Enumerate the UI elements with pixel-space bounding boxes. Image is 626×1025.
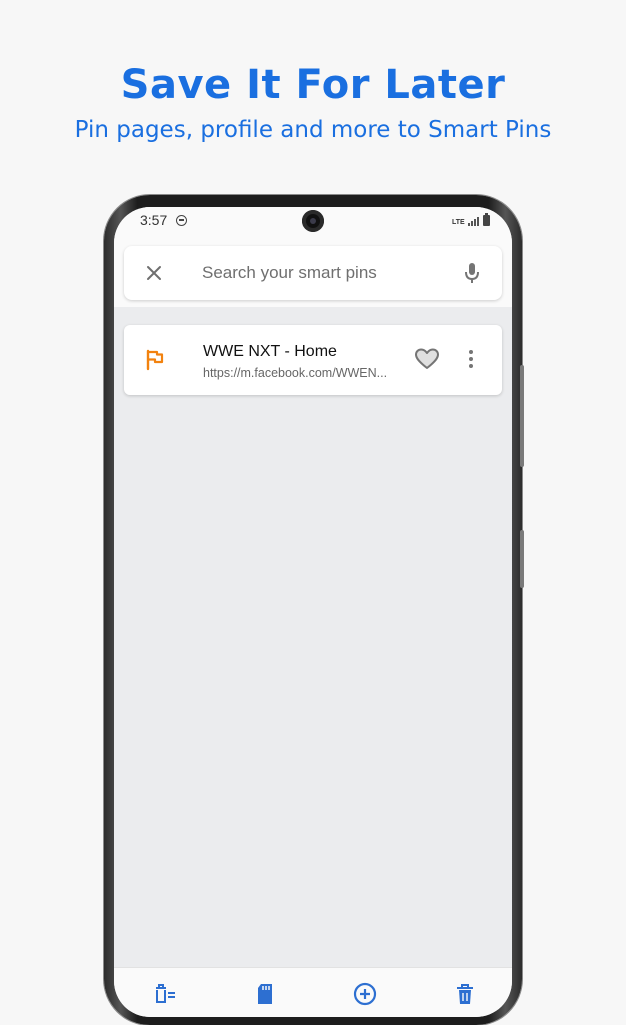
pin-title: WWE NXT - Home	[203, 343, 337, 360]
flag-icon	[146, 349, 164, 371]
signal-icon	[468, 216, 479, 226]
status-bar: 3:57 LTE	[114, 207, 512, 239]
add-circle-icon[interactable]	[352, 980, 378, 1006]
promo-subheadline: Pin pages, profile and more to Smart Pin…	[74, 117, 552, 143]
phone-frame: 3:57 LTE Search your smart pins WWE NXT …	[104, 195, 524, 1025]
sd-card-icon[interactable]	[252, 980, 278, 1006]
pin-url: https://m.facebook.com/WWEN...	[203, 366, 388, 380]
status-time: 3:57	[140, 212, 168, 228]
search-input[interactable]	[202, 261, 452, 285]
phone-screen: 3:57 LTE Search your smart pins WWE NXT …	[114, 207, 512, 1017]
delete-list-icon[interactable]	[152, 980, 178, 1006]
phone-power-button	[520, 530, 524, 588]
front-camera	[302, 210, 324, 232]
close-icon[interactable]	[142, 261, 166, 285]
pins-list: WWE NXT - Home https://m.facebook.com/WW…	[114, 307, 512, 967]
mic-icon[interactable]	[460, 260, 484, 286]
more-options-icon[interactable]	[461, 347, 481, 371]
pin-item[interactable]: WWE NXT - Home https://m.facebook.com/WW…	[124, 325, 502, 395]
phone-volume-button	[520, 365, 524, 467]
lte-icon: LTE	[452, 219, 465, 226]
do-not-disturb-icon	[176, 215, 187, 226]
promo-headline: Save It For Later	[120, 62, 506, 108]
trash-icon[interactable]	[452, 980, 478, 1006]
heart-icon[interactable]	[414, 347, 440, 371]
status-icons: LTE	[452, 213, 490, 226]
bottom-nav	[114, 967, 512, 1017]
search-bar	[124, 246, 502, 300]
battery-icon	[483, 213, 490, 226]
search-area	[114, 239, 512, 307]
